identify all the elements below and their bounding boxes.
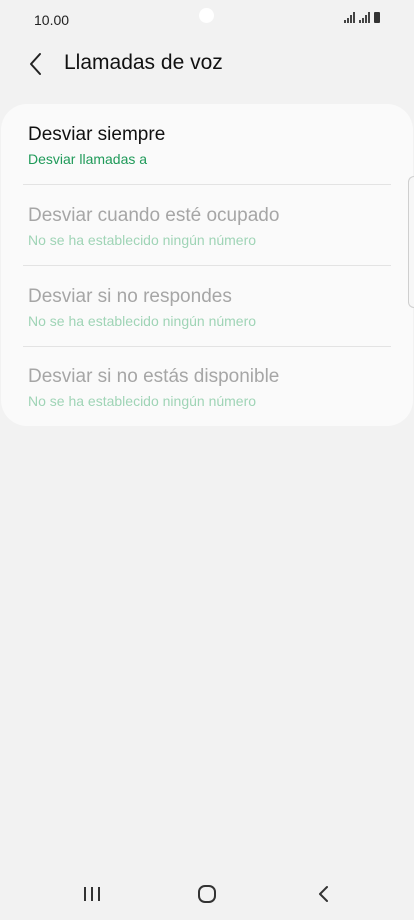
list-item-subtitle: No se ha establecido ningún número <box>28 313 257 329</box>
system-back-button[interactable] <box>303 880 343 910</box>
divider <box>23 265 391 266</box>
recent-apps-icon <box>84 887 100 901</box>
list-item-forward-no-answer[interactable]: Desviar si no respondes No se ha estable… <box>28 285 391 330</box>
list-item-title: Desviar si no respondes <box>28 286 232 307</box>
app-header: Llamadas de voz <box>0 40 414 88</box>
home-button[interactable] <box>187 880 227 910</box>
divider <box>23 184 391 185</box>
back-icon <box>319 886 328 902</box>
home-icon <box>198 885 216 903</box>
scrollbar[interactable] <box>408 176 414 308</box>
list-item-title: Desviar si no estás disponible <box>28 366 280 387</box>
status-time: 10.00 <box>34 12 70 28</box>
list-item-subtitle: Desviar llamadas a <box>28 151 148 167</box>
page-title: Llamadas de voz <box>64 51 223 74</box>
status-icons <box>344 12 380 23</box>
status-bar: 10.00 <box>0 0 414 38</box>
list-item-subtitle: No se ha establecido ningún número <box>28 393 257 409</box>
chevron-left-icon <box>30 53 41 75</box>
front-camera <box>199 8 214 23</box>
list-item-subtitle: No se ha establecido ningún número <box>28 232 257 248</box>
divider <box>23 346 391 347</box>
list-item-forward-unreachable[interactable]: Desviar si no estás disponible No se ha … <box>28 365 391 410</box>
navigation-bar <box>0 872 414 920</box>
signal-strength-icon <box>344 12 355 23</box>
list-item-title: Desviar cuando esté ocupado <box>28 205 280 226</box>
call-forwarding-list: Desviar siempre Desviar llamadas a Desvi… <box>1 104 413 426</box>
recent-apps-button[interactable] <box>72 880 112 910</box>
signal-strength-icon-2 <box>359 12 370 23</box>
list-item-forward-always[interactable]: Desviar siempre Desviar llamadas a <box>28 123 391 168</box>
list-item-forward-busy[interactable]: Desviar cuando esté ocupado No se ha est… <box>28 204 391 249</box>
back-button[interactable] <box>24 50 50 78</box>
list-item-title: Desviar siempre <box>28 124 166 145</box>
battery-icon <box>374 12 380 23</box>
